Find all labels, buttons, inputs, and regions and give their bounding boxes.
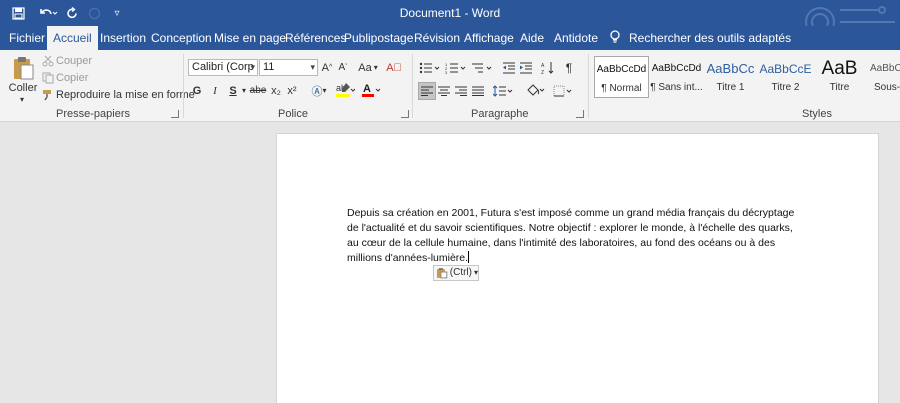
multilevel-list-icon[interactable]	[470, 59, 494, 76]
font-color-icon[interactable]: A	[360, 80, 382, 99]
styles-group-label: Styles	[802, 108, 832, 120]
chevron-down-icon[interactable]: ▾	[310, 60, 315, 75]
svg-text:Z: Z	[541, 70, 544, 75]
align-center-icon[interactable]	[436, 82, 452, 100]
line-spacing-icon[interactable]	[492, 82, 514, 100]
shading-icon[interactable]	[524, 82, 546, 100]
borders-icon[interactable]	[552, 82, 574, 100]
ribbon: Coller ▾ Couper Copier Reproduire la mis…	[0, 50, 900, 122]
increase-indent-icon[interactable]	[518, 59, 534, 76]
chevron-down-icon[interactable]: ▾	[240, 82, 248, 99]
justify-icon[interactable]	[470, 82, 486, 100]
style-heading-1-name: Titre 1	[716, 82, 745, 93]
document-page[interactable]: Depuis sa création en 2001, Futura s'est…	[276, 133, 879, 403]
lightbulb-icon[interactable]	[609, 26, 621, 50]
tab-accueil[interactable]: Accueil	[47, 26, 98, 50]
copy-icon[interactable]	[42, 71, 54, 85]
format-painter-button[interactable]: Reproduire la mise en forme	[56, 88, 195, 102]
strikethrough-button[interactable]: abe	[250, 82, 267, 99]
font-name-value: Calibri (Corp	[192, 61, 254, 73]
align-left-icon[interactable]	[418, 82, 436, 100]
tab-aide[interactable]: Aide	[514, 26, 550, 50]
document-title: Document1 - Word	[399, 6, 501, 20]
style-normal[interactable]: AaBbCcDd ¶ Normal	[594, 56, 649, 98]
cut-button[interactable]: Couper	[56, 54, 92, 68]
paste-options-button[interactable]: (Ctrl) ▾	[433, 265, 479, 281]
svg-text:3: 3	[445, 70, 448, 74]
italic-button[interactable]: I	[208, 82, 222, 99]
title-bar: ▿ Document1 - Word	[0, 0, 900, 37]
style-subtitle-name: Sous-t	[874, 82, 900, 93]
font-size-value: 11	[263, 61, 275, 73]
style-heading-2[interactable]: AaBbCcE Titre 2	[758, 56, 813, 98]
chevron-down-icon: ▾	[473, 268, 478, 277]
style-title[interactable]: AaB Titre	[812, 56, 867, 98]
shrink-font-icon[interactable]: Aˇ	[336, 59, 350, 76]
align-right-icon[interactable]	[453, 82, 469, 100]
style-subtitle-sample: AaBbC	[870, 63, 900, 74]
style-heading-2-sample: AaBbCcE	[759, 62, 812, 76]
change-case-button[interactable]: Aa ▾	[356, 59, 380, 76]
bold-button[interactable]: G	[190, 82, 204, 99]
svg-text:A: A	[541, 63, 545, 69]
tab-affichage[interactable]: Affichage	[458, 26, 520, 50]
group-separator	[412, 54, 413, 118]
svg-text:A: A	[363, 83, 371, 95]
change-case-label: Aa	[358, 61, 372, 74]
font-name-input[interactable]: Calibri (Corp ▾	[188, 59, 258, 76]
text-cursor	[468, 251, 470, 263]
style-title-sample: AaB	[821, 60, 858, 78]
style-heading-2-name: Titre 2	[771, 82, 800, 93]
sort-icon[interactable]: AZ	[540, 59, 556, 76]
copy-button[interactable]: Copier	[56, 71, 88, 85]
font-group-label: Police	[278, 108, 308, 120]
format-painter-icon[interactable]	[42, 88, 54, 102]
paragraph-group-label: Paragraphe	[471, 108, 529, 120]
clipboard-dialog-launcher[interactable]	[171, 110, 179, 118]
style-heading-1-sample: AaBbCc	[706, 61, 755, 76]
numbering-icon[interactable]: 123	[444, 59, 468, 76]
style-no-spacing[interactable]: AaBbCcDd ¶ Sans int...	[649, 56, 704, 98]
clear-formatting-icon[interactable]: A⃥	[386, 59, 402, 76]
font-dialog-launcher[interactable]	[401, 110, 409, 118]
clipboard-icon	[436, 268, 448, 279]
style-normal-name: ¶ Normal	[601, 83, 642, 94]
tab-conception[interactable]: Conception	[145, 26, 218, 50]
show-formatting-icon[interactable]: ¶	[562, 59, 576, 76]
tab-fichier[interactable]: Fichier	[3, 26, 51, 50]
grow-font-icon[interactable]: A ^	[320, 59, 334, 76]
style-subtitle[interactable]: AaBbC Sous-t	[866, 56, 900, 98]
group-separator	[183, 54, 184, 118]
tell-me-search[interactable]: Rechercher des outils adaptés	[629, 26, 791, 50]
paste-options-label: (Ctrl)	[449, 267, 472, 278]
style-title-name: Titre	[829, 82, 850, 93]
highlight-icon[interactable]: ab	[334, 80, 356, 99]
tab-insertion[interactable]: Insertion	[94, 26, 152, 50]
paste-dropdown-icon[interactable]: ▾	[17, 95, 27, 104]
paste-icon[interactable]	[10, 54, 36, 82]
chevron-down-icon[interactable]: ▾	[250, 60, 255, 75]
clipboard-group-label: Presse-papiers	[56, 108, 130, 120]
group-separator	[588, 54, 589, 118]
document-paragraph[interactable]: Depuis sa création en 2001, Futura s'est…	[347, 207, 794, 264]
bullets-icon[interactable]	[418, 59, 442, 76]
paragraph-dialog-launcher[interactable]	[576, 110, 584, 118]
tab-antidote[interactable]: Antidote	[548, 26, 604, 50]
ribbon-tabs: Fichier Accueil Insertion Conception Mis…	[0, 26, 900, 50]
cut-icon[interactable]	[42, 54, 54, 68]
superscript-button[interactable]: x²	[285, 82, 299, 99]
paste-button[interactable]: Coller	[6, 81, 40, 95]
style-heading-1[interactable]: AaBbCc Titre 1	[703, 56, 758, 98]
style-normal-sample: AaBbCcDd	[596, 64, 647, 75]
text-effects-icon[interactable]: Ⓐ ▾	[308, 82, 330, 99]
font-size-input[interactable]: 11 ▾	[259, 59, 318, 76]
document-body[interactable]: Depuis sa création en 2001, Futura s'est…	[347, 206, 807, 266]
style-no-spacing-sample: AaBbCcDd	[651, 63, 702, 74]
subscript-button[interactable]: x₂	[269, 82, 283, 99]
decrease-indent-icon[interactable]	[501, 59, 517, 76]
underline-button[interactable]: S	[226, 82, 240, 99]
style-no-spacing-name: ¶ Sans int...	[650, 82, 703, 93]
